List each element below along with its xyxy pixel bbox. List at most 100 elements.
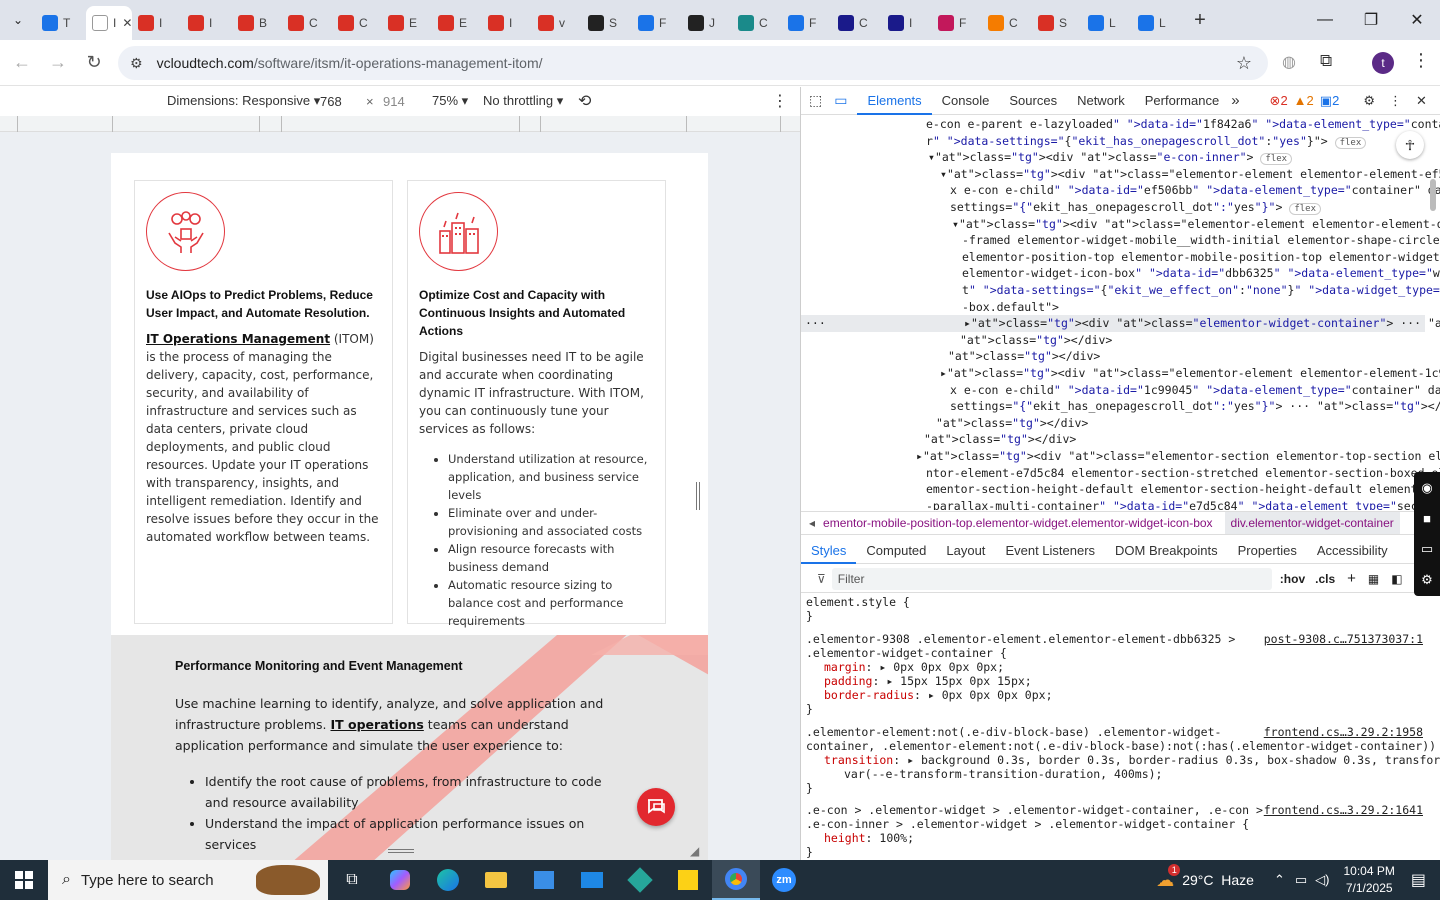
site-info-icon[interactable]: ⚙ <box>130 55 143 72</box>
browser-tab[interactable]: C <box>332 7 382 39</box>
browser-tab[interactable]: I <box>182 7 232 39</box>
browser-tab[interactable]: B <box>232 7 282 39</box>
volume-icon[interactable]: ◁) <box>1315 872 1329 888</box>
tab-search-button[interactable]: ⌄ <box>0 0 36 40</box>
browser-tab[interactable]: C <box>732 7 782 39</box>
screenshot-icon[interactable]: ◉ <box>1421 480 1432 496</box>
close-window-button[interactable]: ✕ <box>1394 0 1440 40</box>
taskbar-search-box[interactable]: ⌕ Type here to search <box>48 860 328 900</box>
chat-button[interactable] <box>637 788 675 826</box>
browser-tab[interactable]: F <box>782 7 832 39</box>
file-explorer-icon[interactable] <box>472 860 520 900</box>
viewport-resize-handle-right[interactable] <box>696 482 700 510</box>
weather-text[interactable]: 29°C Haze <box>1182 872 1254 888</box>
dom-node-line[interactable]: ▸"at">class="tg"><div "at">class="elemen… <box>801 315 1440 332</box>
dom-node-line[interactable]: "at">class="tg"></div> <box>936 415 1088 432</box>
dom-node-line[interactable]: x e-con e-child" ">data-id="ef506bb" ">d… <box>950 182 1440 199</box>
computed-toggle-icon[interactable]: ▦ <box>1368 572 1379 586</box>
reload-button[interactable]: ↻ <box>76 45 112 81</box>
browser-tab[interactable]: S <box>582 7 632 39</box>
clock[interactable]: 10:04 PM 7/1/2025 <box>1344 863 1395 897</box>
style-source-link[interactable]: post-9308.c…751373037:1 <box>1264 632 1423 646</box>
style-source-link[interactable]: frontend.cs…3.29.2:1641 <box>1264 803 1423 817</box>
notifications-icon[interactable]: ▤ <box>1411 870 1426 890</box>
sticky-notes-icon[interactable] <box>664 860 712 900</box>
start-button[interactable] <box>0 860 48 900</box>
dom-node-line[interactable]: ▾"at">class="tg"><div "at">class="elemen… <box>952 216 1440 233</box>
browser-tab[interactable]: C <box>282 7 332 39</box>
weather-icon[interactable]: ☁ 1 <box>1156 863 1181 891</box>
style-rule-line[interactable]: padding: ▸ 15px 15px 0px 15px; <box>824 674 1032 688</box>
height-input[interactable]: 914 <box>383 94 405 109</box>
styles-subtab-layout[interactable]: Layout <box>936 538 995 564</box>
style-rule-line[interactable]: height: 100%; <box>824 831 914 845</box>
styles-subtab-event-listeners[interactable]: Event Listeners <box>995 538 1105 564</box>
devtools-tab-network[interactable]: Network <box>1067 87 1135 115</box>
style-rule-line[interactable]: margin: ▸ 0px 0px 0px 0px; <box>824 660 1004 674</box>
browser-menu-icon[interactable]: ⋮ <box>1412 50 1430 71</box>
dom-node-line[interactable]: e-con e-parent e-lazyloaded" ">data-id="… <box>926 116 1440 133</box>
style-rule-line[interactable]: element.style { <box>806 595 910 609</box>
dom-node-line[interactable]: -framed elementor-widget-mobile__width-i… <box>962 232 1440 249</box>
style-rule-line[interactable]: .elementor-element:not(.e-div-block-base… <box>806 725 1221 739</box>
styles-subtab-accessibility[interactable]: Accessibility <box>1307 538 1398 564</box>
devtools-tab-performance[interactable]: Performance <box>1135 87 1229 115</box>
network-icon[interactable]: ▭ <box>1295 872 1307 888</box>
forward-button[interactable]: → <box>40 45 76 81</box>
dom-node-line[interactable]: ▸"at">class="tg"><div "at">class="elemen… <box>916 448 1440 465</box>
edge-icon[interactable] <box>424 860 472 900</box>
style-rule-line[interactable]: .e-con-inner > .elementor-widget > .elem… <box>806 817 1249 831</box>
close-tab-icon[interactable]: ✕ <box>122 16 132 30</box>
style-rule-line[interactable]: } <box>806 845 813 859</box>
style-rule-line[interactable]: } <box>806 781 813 795</box>
style-rule-line[interactable]: transition: ▸ background 0.3s, border 0.… <box>824 753 1440 767</box>
it-operations-link[interactable]: IT operations <box>330 717 423 732</box>
dom-node-line[interactable]: ementor-section-height-default elementor… <box>926 481 1438 498</box>
style-source-link[interactable]: frontend.cs…3.29.2:1958 <box>1264 725 1423 739</box>
devtools-tab-console[interactable]: Console <box>932 87 1000 115</box>
new-style-rule-icon[interactable]: + <box>1347 570 1356 587</box>
browser-tab[interactable]: L <box>1082 7 1132 39</box>
hover-state-toggle[interactable]: :hov <box>1280 572 1305 586</box>
style-rule-line[interactable]: .elementor-9308 .elementor-element.eleme… <box>806 632 1235 646</box>
dom-node-line[interactable]: -parallax-multi-container" ">data-id="e7… <box>926 498 1440 510</box>
issue-count[interactable]: ▣2 <box>1320 93 1340 109</box>
styles-subtab-dom-breakpoints[interactable]: DOM Breakpoints <box>1105 538 1228 564</box>
error-count[interactable]: ⊗2 <box>1270 93 1288 109</box>
zoom-app-icon[interactable]: zm <box>760 860 808 900</box>
dom-node-line[interactable]: ntor-element-e7d5c84 elementor-section-s… <box>926 465 1440 482</box>
style-rule-line[interactable]: .elementor-widget-container { <box>806 646 1007 660</box>
styles-subtab-properties[interactable]: Properties <box>1228 538 1307 564</box>
browser-tab[interactable]: J <box>682 7 732 39</box>
copilot-icon[interactable] <box>376 860 424 900</box>
dimensions-select[interactable]: Dimensions: Responsive ▾ <box>167 93 320 109</box>
viewport-resize-handle-bottom[interactable] <box>388 849 414 853</box>
class-toggle[interactable]: .cls <box>1315 572 1335 586</box>
devtools-settings-icon[interactable]: ⚙ <box>1363 93 1375 109</box>
browser-tab[interactable]: F <box>932 7 982 39</box>
profile-avatar[interactable]: t <box>1372 52 1394 74</box>
dom-node-line[interactable]: ▾"at">class="tg"><div "at">class="elemen… <box>940 166 1440 183</box>
browser-tab[interactable]: I <box>882 7 932 39</box>
viewport-resize-corner[interactable]: ◢ <box>690 844 699 858</box>
browser-tab[interactable]: I <box>132 7 182 39</box>
address-bar[interactable]: ⚙ vcloudtech.com/software/itsm/it-operat… <box>118 46 1268 80</box>
translate-icon[interactable]: ◍ <box>1282 52 1296 72</box>
dom-node-line[interactable]: x e-con e-child" ">data-id="1c99045" ">d… <box>950 382 1440 399</box>
accessibility-tree-toggle[interactable]: ☥ <box>1396 131 1424 159</box>
width-input[interactable]: 768 <box>320 94 342 109</box>
bookmark-star-icon[interactable]: ☆ <box>1236 53 1252 74</box>
dom-node-line[interactable]: -box.default"> <box>962 299 1059 316</box>
dom-node-line[interactable]: "at">class="tg"></div> <box>960 332 1112 349</box>
devtools-menu-icon[interactable]: ⋮ <box>1389 93 1402 109</box>
minimize-button[interactable]: — <box>1302 0 1348 40</box>
device-options-icon[interactable]: ⋮ <box>772 91 788 111</box>
browser-tab[interactable]: C <box>982 7 1032 39</box>
new-tab-button[interactable]: + <box>1184 4 1216 36</box>
capture-settings-icon[interactable]: ⚙ <box>1421 572 1433 588</box>
task-view-icon[interactable]: ⧉ <box>328 860 376 900</box>
throttling-select[interactable]: No throttling ▾ <box>483 93 563 109</box>
browser-tab[interactable]: I <box>482 7 532 39</box>
dom-node-line[interactable]: elementor-widget-icon-box" ">data-id="db… <box>962 265 1440 282</box>
browser-tab[interactable]: L <box>1132 7 1182 39</box>
